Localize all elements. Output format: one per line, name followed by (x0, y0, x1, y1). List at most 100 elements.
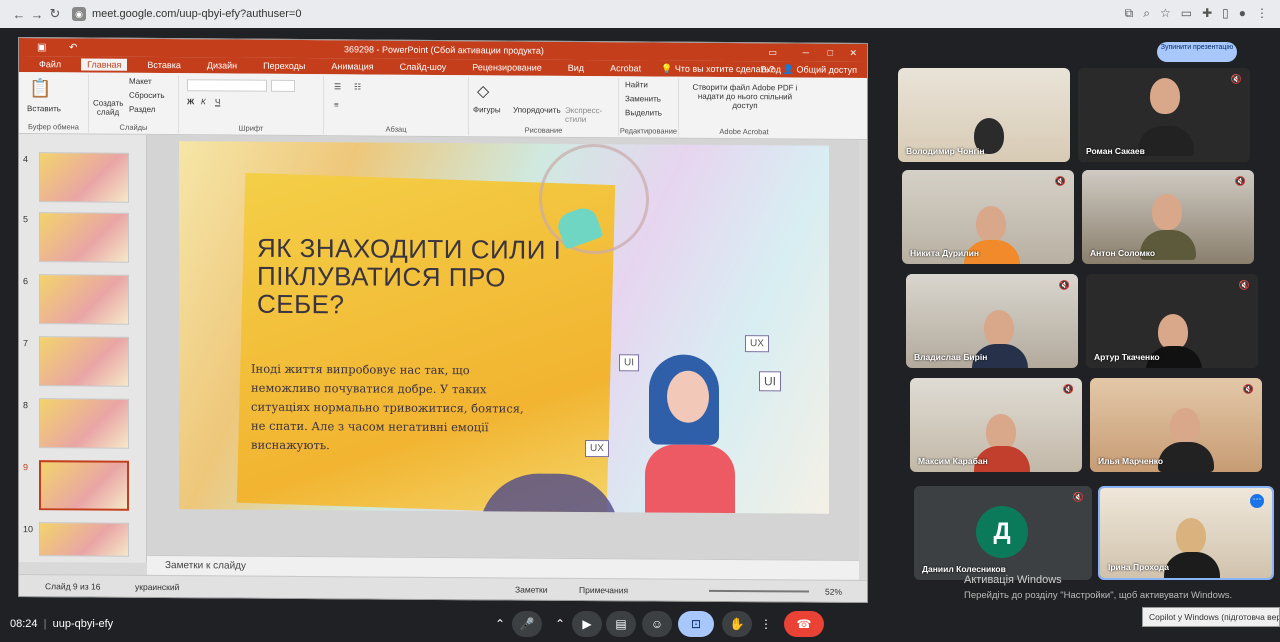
site-info-icon[interactable]: ◉ (72, 7, 86, 21)
captions-button[interactable]: ▤ (606, 611, 636, 637)
browser-toolbar: ← → ↻ ◉ meet.google.com/uup-qbyi-efy?aut… (0, 0, 1280, 28)
more-options-icon[interactable]: ⋯ (1250, 494, 1264, 508)
notes-button[interactable]: Заметки (515, 585, 548, 595)
woman-face (667, 370, 709, 423)
participant-tile[interactable]: Володимир Чонгін (898, 68, 1070, 162)
cast-icon[interactable]: ▭ (1181, 6, 1192, 21)
slide-thumbnail[interactable] (39, 336, 129, 387)
replace-button[interactable]: Заменить (625, 94, 661, 103)
new-slide-button[interactable]: Создать слайд (93, 99, 123, 117)
extensions-icon[interactable]: ✚ (1202, 6, 1212, 21)
select-button[interactable]: Выделить (625, 108, 662, 117)
participant-tile[interactable]: 🔇 Илья Марченко (1090, 378, 1262, 472)
star-icon[interactable]: ☆ (1160, 6, 1171, 21)
participant-tile[interactable]: 🔇 Артур Ткаченко (1086, 274, 1258, 368)
paste-button[interactable]: Вставить (27, 104, 61, 113)
present-button[interactable]: ⊡ (678, 611, 714, 637)
participant-tile[interactable]: 🔇 Максим Карабан (910, 378, 1082, 472)
reset-button[interactable]: Сбросить (129, 91, 165, 100)
ux-label-badge: UX (585, 439, 609, 458)
share-button[interactable]: 👤 Общий доступ (783, 64, 857, 76)
tab-acrobat[interactable]: Acrobat (604, 62, 647, 74)
audio-options-icon[interactable]: ⌃ (488, 611, 512, 637)
close-icon[interactable]: ✕ (849, 47, 857, 58)
ribbon-display-icon[interactable]: ▭ (768, 47, 777, 58)
participant-tile[interactable]: Д 🔇 Даниил Колесников (914, 486, 1092, 580)
font-size-select[interactable] (271, 79, 295, 92)
sidebar-icon[interactable]: ▯ (1222, 6, 1229, 21)
slide-thumbnail-selected[interactable] (39, 460, 129, 511)
video-options-icon[interactable]: ⌃ (548, 611, 572, 637)
zoom-level[interactable]: 52% (825, 587, 842, 597)
slide-thumbnail[interactable] (39, 152, 129, 203)
quick-styles-button[interactable]: Экспресс-стили (565, 106, 613, 124)
minimize-icon[interactable]: ─ (803, 48, 809, 58)
align-left-icon[interactable]: ≡ (334, 100, 339, 109)
tab-transitions[interactable]: Переходы (257, 60, 311, 72)
create-pdf-button[interactable]: Створити файл Adobe PDF і надати до ньог… (685, 83, 805, 111)
slide-thumbnail[interactable] (39, 274, 129, 325)
slide-title[interactable]: ЯК ЗНАХОДИТИ СИЛИ І ПІКЛУВАТИСЯ ПРО СЕБЕ… (257, 233, 587, 320)
arrange-button[interactable]: Упорядочить (513, 105, 561, 114)
forward-button[interactable]: → (28, 7, 46, 22)
reload-button[interactable]: ↻ (46, 6, 64, 22)
tab-home[interactable]: Главная (81, 58, 128, 71)
tab-design[interactable]: Дизайн (201, 59, 243, 71)
search-icon[interactable]: ⌕ (1143, 6, 1150, 21)
slide-thumbnail[interactable] (39, 398, 129, 449)
mic-button[interactable]: 🎤 (512, 611, 542, 637)
participant-tile-self[interactable]: ⋯ Ірина Прохода (1098, 486, 1274, 580)
mic-off-icon: 🔇 (1238, 280, 1250, 290)
tab-file[interactable]: Файл (33, 58, 67, 70)
tell-me-input[interactable]: 💡 Что вы хотите сделать? (661, 63, 774, 75)
shapes-button[interactable]: Фигуры (473, 105, 501, 114)
back-button[interactable]: ← (10, 7, 28, 22)
tab-animation[interactable]: Анимация (325, 60, 379, 72)
participant-name: Антон Соломко (1090, 248, 1156, 258)
save-icon[interactable]: ▣ (37, 42, 46, 53)
participant-tile[interactable]: 🔇 Антон Соломко (1082, 170, 1254, 264)
tab-slideshow[interactable]: Слайд-шоу (394, 61, 453, 73)
tab-review[interactable]: Рецензирование (466, 61, 548, 74)
paste-icon[interactable]: 📋 (29, 78, 51, 99)
tab-view[interactable]: Вид (562, 62, 590, 74)
ribbon: 📋 Вставить Буфер обмена Создать слайд Ма… (19, 72, 867, 140)
zoom-slider[interactable] (709, 589, 809, 593)
italic-button[interactable]: К (201, 97, 206, 106)
numbering-icon[interactable]: ☷ (354, 82, 361, 91)
stop-presenting-button[interactable]: Зупинити презентацію (1157, 42, 1237, 62)
comments-button[interactable]: Примечания (579, 585, 628, 595)
translate-icon[interactable]: ⧉ (1125, 6, 1134, 21)
raise-hand-button[interactable]: ✋ (722, 611, 752, 637)
slide-thumbnail[interactable] (39, 212, 129, 263)
more-options-button[interactable]: ⋮ (756, 611, 776, 637)
section-button[interactable]: Раздел (129, 105, 155, 114)
menu-icon[interactable]: ⋮ (1256, 6, 1268, 21)
mic-off-icon: 🔇 (1072, 492, 1084, 502)
avatar[interactable]: ● (1239, 6, 1246, 21)
emoji-button[interactable]: ☺ (642, 611, 672, 637)
maximize-icon[interactable]: □ (828, 48, 833, 58)
login-link[interactable]: Вход (761, 64, 781, 74)
slide-thumbnail[interactable] (39, 522, 129, 557)
undo-icon[interactable]: ↶ (69, 42, 77, 53)
end-call-button[interactable]: ☎ (784, 611, 824, 637)
slide-body-text[interactable]: Іноді життя випробовує нас так, що немож… (251, 360, 541, 457)
underline-button[interactable]: Ч (215, 97, 220, 106)
font-family-select[interactable] (187, 79, 267, 92)
find-button[interactable]: Найти (625, 80, 648, 89)
participant-tile[interactable]: 🔇 Роман Сакаев (1078, 68, 1250, 162)
shapes-icon[interactable]: ◇ (477, 81, 489, 101)
editing-label: Редактирование (619, 126, 678, 136)
bold-button[interactable]: Ж (187, 97, 194, 106)
tab-insert[interactable]: Вставка (141, 59, 186, 71)
bullets-icon[interactable]: ☰ (334, 82, 341, 91)
address-bar[interactable]: ◉ meet.google.com/uup-qbyi-efy?authuser=… (72, 7, 301, 21)
participant-tile[interactable]: 🔇 Никита Дурилин (902, 170, 1074, 264)
current-slide[interactable]: ЯК ЗНАХОДИТИ СИЛИ І ПІКЛУВАТИСЯ ПРО СЕБЕ… (179, 141, 829, 514)
participant-tile[interactable]: 🔇 Владислав Бирін (906, 274, 1078, 368)
camera-button[interactable]: ▶ (572, 611, 602, 637)
participant-name: Илья Марченко (1098, 456, 1164, 466)
layout-button[interactable]: Макет (129, 77, 152, 86)
language-indicator[interactable]: украинский (135, 582, 179, 592)
